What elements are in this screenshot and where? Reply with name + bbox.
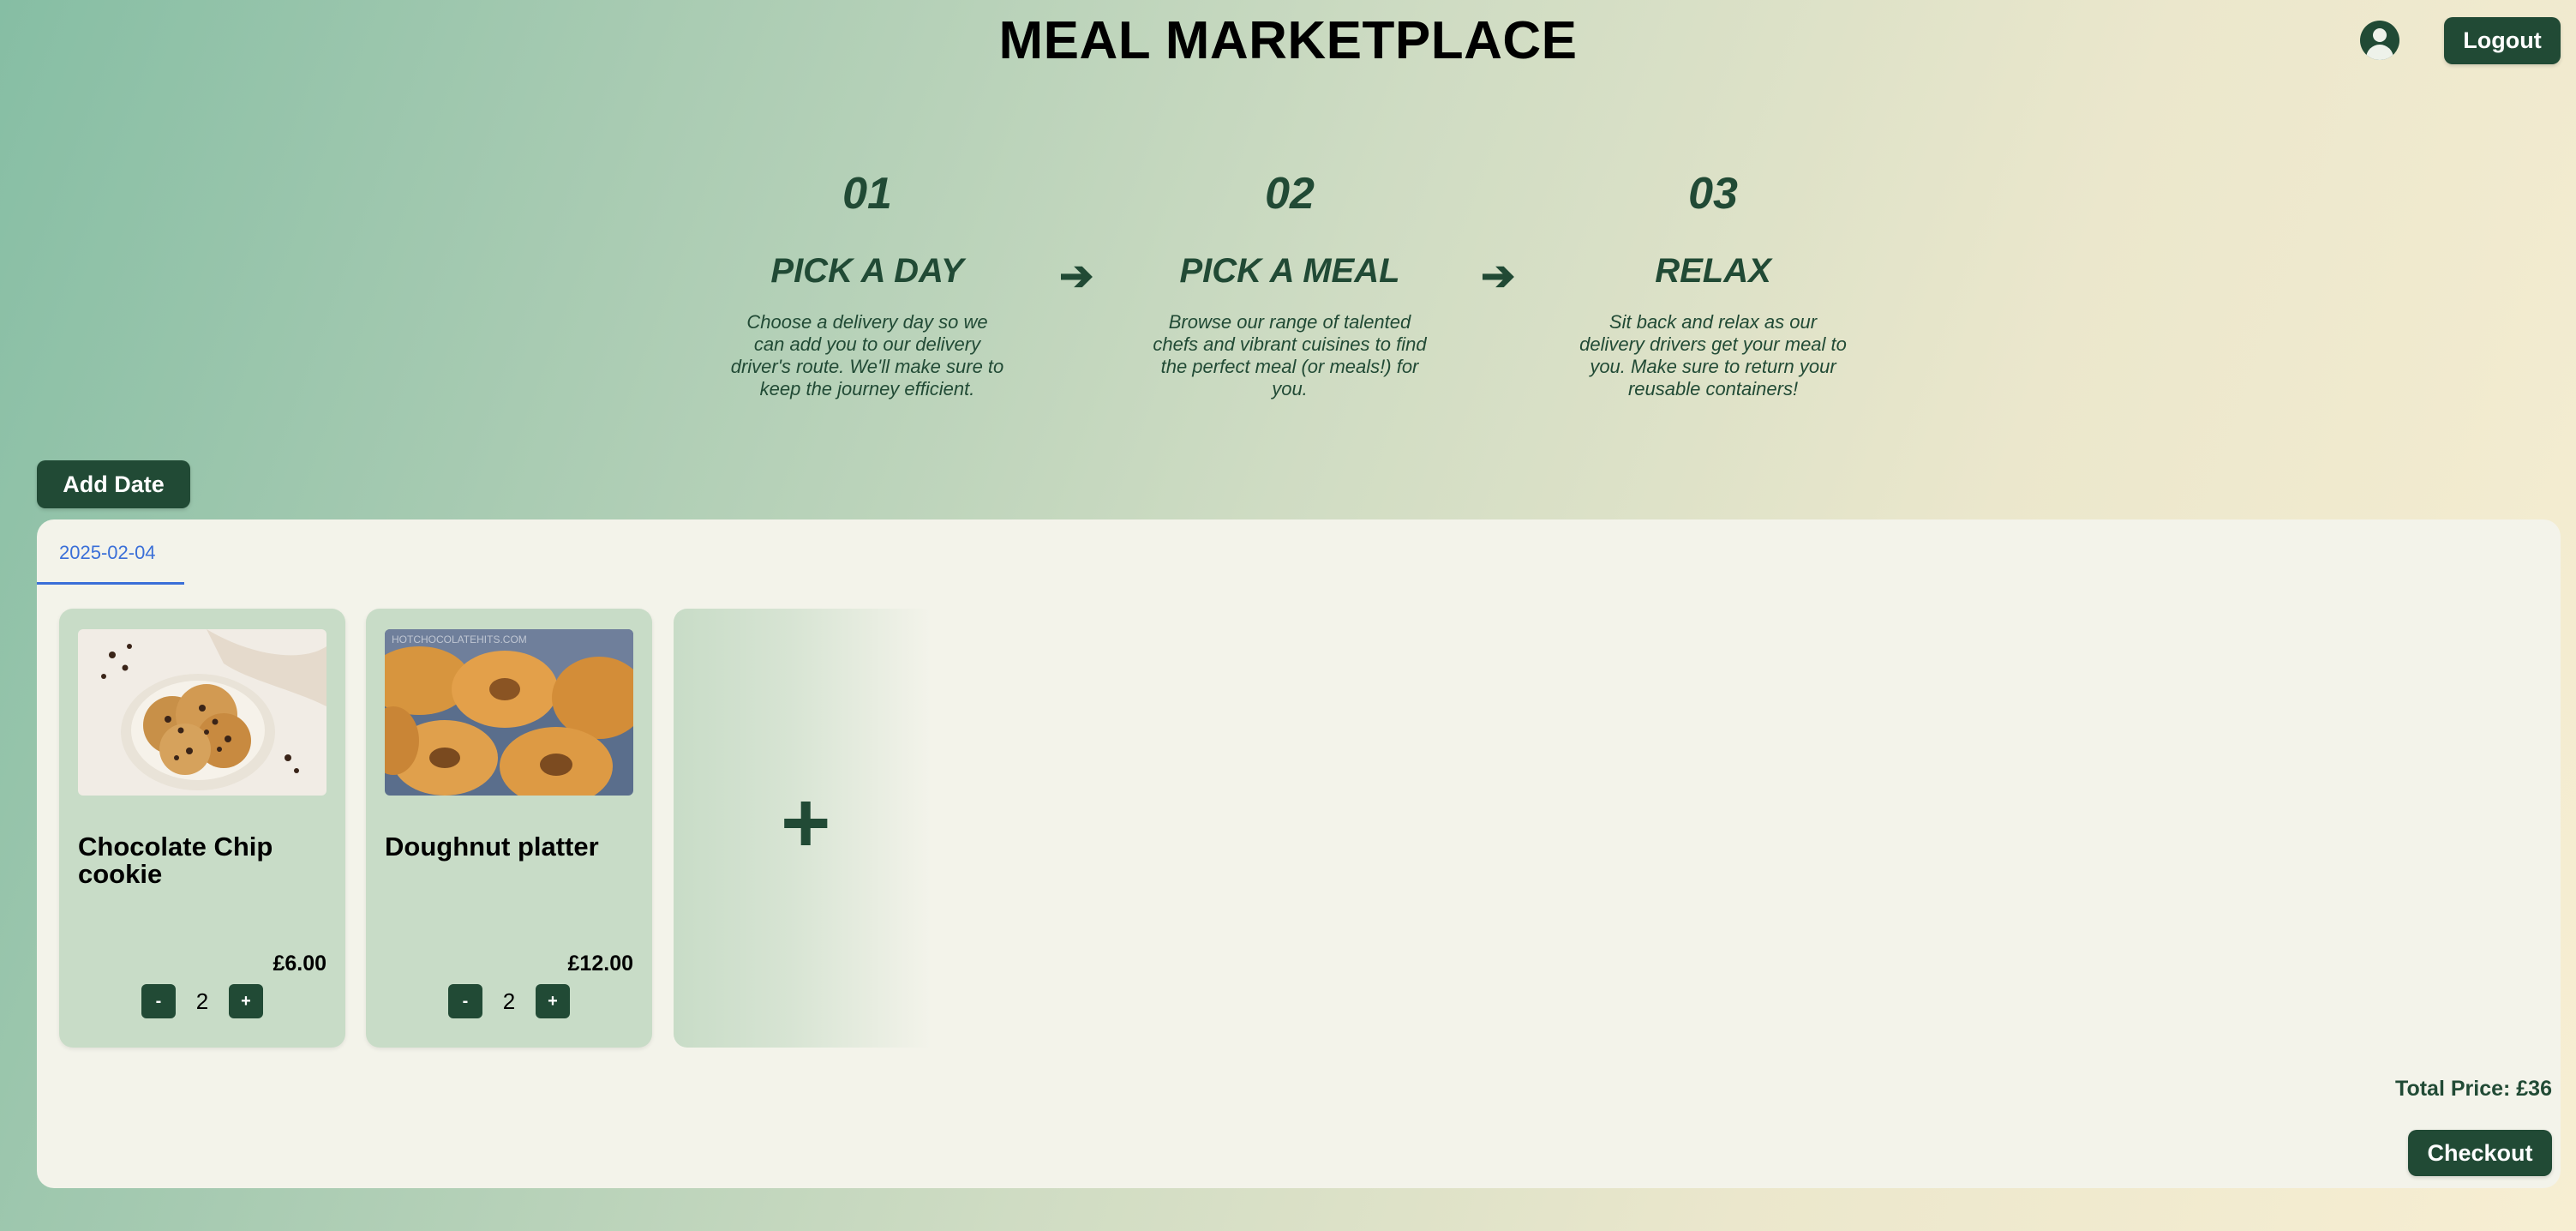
quantity-value: 2 [502,988,516,1014]
order-panel: 2025-02-04 Chocolate Chip cookie £6.00 -… [37,519,2561,1188]
meal-image-doughnuts: HOTCHOCOLATEHITS.COM [385,629,633,796]
checkout-button[interactable]: Checkout [2408,1130,2552,1176]
watermark-text: HOTCHOCOLATEHITS.COM [392,634,527,646]
meal-price: £12.00 [567,952,633,976]
step-title: PICK A MEAL [1179,252,1400,290]
meal-card[interactable]: Chocolate Chip cookie £6.00 - 2 + [59,609,345,1048]
step-relax: 03 RELAX Sit back and relax as our deliv… [1576,168,1850,400]
increase-quantity-button[interactable]: + [229,984,263,1018]
meal-name: Doughnut platter [385,832,599,862]
add-meal-button[interactable]: + [674,609,931,1048]
meal-name: Chocolate Chip cookie [78,832,273,889]
step-number: 02 [1265,169,1315,219]
step-title: PICK A DAY [770,252,964,290]
step-pick-a-day: 01 PICK A DAY Choose a delivery day so w… [730,168,1004,400]
meal-price: £6.00 [273,952,326,976]
decrease-quantity-button[interactable]: - [141,984,176,1018]
step-number: 01 [842,169,892,219]
step-title: RELAX [1655,252,1771,290]
quantity-value: 2 [195,988,209,1014]
step-description: Sit back and relax as our delivery drive… [1579,311,1847,399]
quantity-stepper: - 2 + [366,984,652,1018]
quantity-stepper: - 2 + [59,984,345,1018]
step-description: Choose a delivery day so we can add you … [730,311,1004,399]
total-price: Total Price: £36 [2395,1077,2552,1101]
step-pick-a-meal: 02 PICK A MEAL Browse our range of talen… [1153,168,1427,400]
page-title: MEAL MARKETPLACE [998,11,1578,70]
add-date-button[interactable]: Add Date [37,460,190,508]
arrow-right-icon: ➔ [1481,254,1516,299]
step-description: Browse our range of talented chefs and v… [1153,311,1427,399]
user-profile-icon[interactable] [2360,21,2399,60]
logout-button[interactable]: Logout [2444,17,2561,64]
meal-image-cookies [78,629,326,796]
meal-card[interactable]: HOTCHOCOLATEHITS.COM Doughnut platter £1… [366,609,652,1048]
tab-date[interactable]: 2025-02-04 [37,519,184,585]
decrease-quantity-button[interactable]: - [448,984,482,1018]
arrow-right-icon: ➔ [1059,254,1094,299]
increase-quantity-button[interactable]: + [536,984,570,1018]
plus-icon: + [781,775,831,871]
step-number: 03 [1688,169,1738,219]
